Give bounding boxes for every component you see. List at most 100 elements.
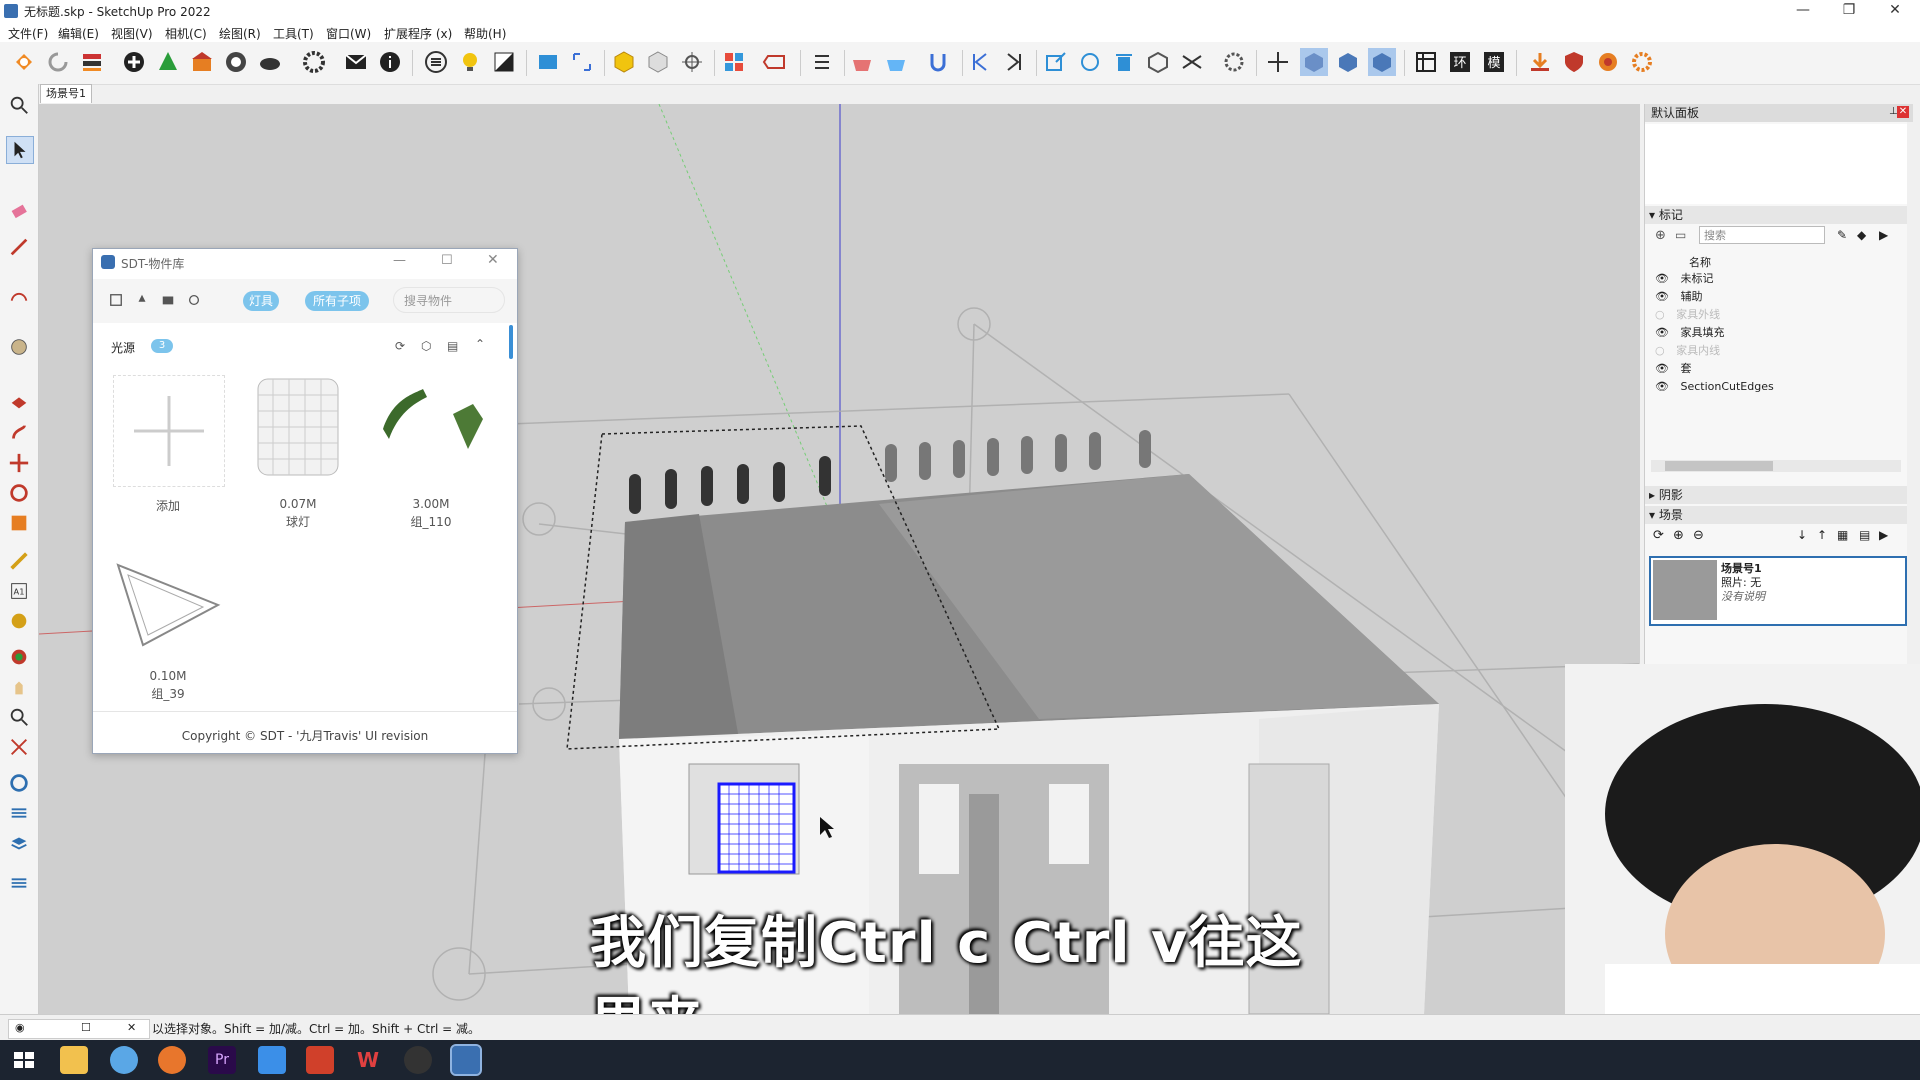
shield-red-icon[interactable] [1560,48,1588,76]
close-button[interactable]: ✕ [1872,0,1918,22]
scene-tab[interactable]: 场景号1 [40,84,92,103]
sdt-close-button[interactable]: ✕ [487,252,499,268]
move-scene-down-icon[interactable]: ↓ [1797,528,1807,542]
add-tag-icon[interactable]: ⊕ [1655,228,1666,243]
table-icon[interactable] [1412,48,1440,76]
file-explorer-icon[interactable] [60,1046,88,1074]
menu-camera[interactable]: 相机(C) [165,25,207,42]
ball-lamp-thumbnail[interactable] [253,375,343,479]
tag-row[interactable]: 👁 家具填充 [1655,324,1724,342]
info-icon[interactable] [376,48,404,76]
tray-close-icon[interactable]: ✕ [1897,106,1909,118]
follow-me-icon[interactable] [6,420,32,446]
menu-help[interactable]: 帮助(H) [464,25,506,42]
sandbox-icon[interactable] [6,770,32,796]
remove-scene-icon[interactable]: ⊖ [1693,528,1704,543]
shadows-header[interactable]: ▸ 阴影 [1645,486,1907,504]
sdt-minimize-button[interactable]: — [393,253,406,268]
tag-row[interactable]: 👁 套 [1655,360,1691,378]
checker-icon[interactable] [222,48,250,76]
fog-icon[interactable] [6,870,32,896]
export-icon[interactable] [1042,48,1070,76]
minimize-button[interactable]: — [1780,0,1826,22]
gear-outline-icon[interactable] [1220,48,1248,76]
add-circle-icon[interactable] [120,48,148,76]
menu-tools[interactable]: 工具(T) [273,25,314,42]
arc-tool-icon[interactable] [6,284,32,310]
eraser-tool-icon[interactable] [6,198,32,224]
rotate-icon[interactable] [1076,48,1104,76]
outliner-icon[interactable] [808,48,836,76]
eye-icon[interactable]: 👁 [1655,290,1669,303]
section-collapse-icon[interactable]: ⌃ [475,337,485,351]
select-tool-icon[interactable] [6,136,34,164]
hexagon-icon[interactable] [610,48,638,76]
tags-header[interactable]: ▾ 标记 [1645,206,1907,224]
tab-all-children[interactable]: 所有子项 [305,291,369,311]
list-icon[interactable] [422,48,450,76]
basket-blue-icon[interactable] [882,48,910,76]
rotate-tool-icon[interactable] [6,480,32,506]
eye-closed-icon[interactable]: ○ [1655,308,1665,321]
windows-start-icon[interactable] [10,1046,38,1074]
tag-row[interactable]: 👁 辅助 [1655,288,1702,306]
scene-settings-icon[interactable]: ▤ [1859,528,1870,542]
section-folder-icon[interactable]: ▤ [447,339,458,353]
magnet-icon[interactable] [924,48,952,76]
grid-components-icon[interactable] [720,48,748,76]
scene-details-icon[interactable]: ▶ [1879,528,1888,542]
flame-icon[interactable] [1594,48,1622,76]
sketchup-taskbar-icon[interactable] [450,1044,482,1076]
eye-icon[interactable]: 👁 [1655,272,1669,285]
eye-closed-icon[interactable]: ○ [1655,344,1665,357]
move-cross-icon[interactable] [1264,48,1292,76]
tag-row-hidden[interactable]: ○ 家具外线 [1655,306,1720,324]
app-icon-3[interactable] [306,1046,334,1074]
tag-row-hidden[interactable]: ○ 家具内线 [1655,342,1720,360]
obs-icon[interactable] [404,1046,432,1074]
basket-icon[interactable] [848,48,876,76]
tag-color-icon[interactable]: ◆ [1857,228,1866,242]
blue-square-icon[interactable] [534,48,562,76]
section-plane-icon[interactable] [6,800,32,826]
wps-icon[interactable]: W [354,1046,382,1074]
model-icon[interactable]: 模 [1480,48,1508,76]
tag-row[interactable]: 👁 SectionCutEdges [1655,378,1774,396]
lightbulb-icon[interactable] [456,48,484,76]
tab-lights[interactable]: 灯具 [243,291,279,311]
geolocation-icon[interactable]: ◉ [15,1021,25,1034]
tag-row[interactable]: 👁 未标记 [1655,270,1713,288]
move-scene-up-icon[interactable]: ↑ [1817,528,1827,542]
contrast-icon[interactable] [490,48,518,76]
zoom-extents-icon[interactable] [6,92,32,118]
view-iso-icon[interactable] [1300,48,1328,76]
mail-icon[interactable] [342,48,370,76]
orbit-tool-icon[interactable] [6,644,32,670]
environment-icon[interactable]: 环 [1446,48,1474,76]
close-icon[interactable]: ✕ [127,1021,136,1034]
menu-window[interactable]: 窗口(W) [326,25,371,42]
maximize-icon[interactable]: ☐ [81,1021,91,1034]
add-scene-icon[interactable]: ⊕ [1673,528,1684,543]
building-icon[interactable] [188,48,216,76]
menu-file[interactable]: 文件(F) [8,25,48,42]
app-icon-2[interactable] [258,1046,286,1074]
sketchup-plugin-icon[interactable] [10,48,38,76]
erase-tag-icon[interactable] [760,48,788,76]
view-options-icon[interactable]: ▦ [1837,528,1848,542]
restore-button[interactable]: ❐ [1826,0,1872,22]
move-tool-icon[interactable] [6,450,32,476]
trash-icon[interactable] [1110,48,1138,76]
sdt-folder-icon[interactable] [159,291,177,309]
section-refresh-icon[interactable]: ⟳ [395,339,405,353]
menu-extensions[interactable]: 扩展程序 (x) [384,25,452,42]
sdt-refresh-icon[interactable] [185,291,203,309]
tree-icon[interactable] [154,48,182,76]
group-110-thumbnail[interactable] [383,389,493,459]
premiere-icon[interactable]: Pr [208,1046,236,1074]
view-top-icon[interactable] [1368,48,1396,76]
push-pull-icon[interactable] [6,388,32,414]
menu-view[interactable]: 视图(V) [111,25,153,42]
download-icon[interactable] [1526,48,1554,76]
paint-bucket-icon[interactable] [6,608,32,634]
